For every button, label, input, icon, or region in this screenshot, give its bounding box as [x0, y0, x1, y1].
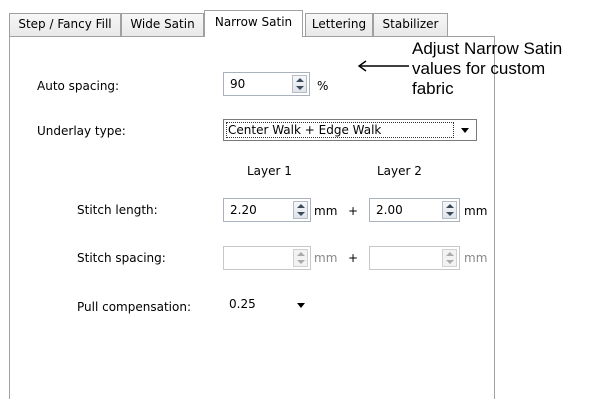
chevron-down-icon — [461, 128, 469, 133]
annotation-line: values for custom — [412, 59, 546, 78]
auto-spacing-spinbox[interactable]: 90 — [223, 72, 310, 96]
spin-arrows-icon[interactable] — [442, 249, 457, 267]
chevron-down-icon[interactable] — [297, 303, 305, 308]
underlay-type-value: Center Walk + Edge Walk — [228, 123, 382, 137]
tab-label: Wide Satin — [130, 17, 195, 31]
tab-label: Narrow Satin — [214, 15, 293, 29]
tab-label: Step / Fancy Fill — [18, 17, 112, 31]
stitch-spacing-unit-2: mm — [464, 251, 488, 265]
annotation-line: fabric — [412, 79, 454, 98]
tab-label: Lettering — [311, 17, 367, 31]
annotation-line: Adjust Narrow Satin — [412, 39, 563, 58]
stitch-spacing-layer1-spinbox[interactable] — [223, 246, 311, 270]
dropdown-button[interactable] — [456, 121, 475, 139]
tab-lettering[interactable]: Lettering — [305, 13, 373, 36]
auto-spacing-label: Auto spacing: — [37, 79, 120, 93]
stitch-length-unit-2: mm — [464, 204, 488, 218]
pull-compensation-combo[interactable]: 0.25 — [223, 293, 315, 317]
stitch-length-unit-1: mm — [314, 204, 338, 218]
tab-stabilizer[interactable]: Stabilizer — [373, 13, 448, 36]
annotation-arrow-icon — [357, 60, 409, 72]
stitch-spacing-unit-1: mm — [314, 251, 338, 265]
tab-wide-satin[interactable]: Wide Satin — [121, 13, 204, 36]
stitch-spacing-layer2-spinbox[interactable] — [369, 246, 460, 270]
stitch-spacing-label: Stitch spacing: — [77, 251, 166, 265]
pull-compensation-label: Pull compensation: — [77, 300, 191, 314]
plus-sign: + — [348, 204, 359, 218]
stitch-length-layer1-spinbox[interactable]: 2.20 — [223, 198, 311, 222]
underlay-type-label: Underlay type: — [37, 124, 126, 138]
annotation-callout: Adjust Narrow Satin values for custom fa… — [412, 39, 562, 99]
auto-spacing-value: 90 — [230, 77, 246, 91]
tab-step-fancy-fill[interactable]: Step / Fancy Fill — [9, 13, 121, 36]
pull-compensation-value: 0.25 — [229, 297, 256, 311]
stitch-length-label: Stitch length: — [77, 203, 158, 217]
spin-arrows-icon[interactable] — [293, 201, 308, 219]
underlay-type-dropdown[interactable]: Center Walk + Edge Walk — [223, 119, 477, 141]
stitch-length-layer2-spinbox[interactable]: 2.00 — [369, 198, 460, 222]
auto-spacing-unit: % — [317, 79, 329, 93]
tab-label: Stabilizer — [382, 17, 439, 31]
spin-arrows-icon[interactable] — [442, 201, 457, 219]
layer-1-header: Layer 1 — [247, 164, 292, 178]
stitch-length-layer1-value: 2.20 — [230, 203, 257, 217]
plus-sign: + — [348, 251, 359, 265]
spin-arrows-icon[interactable] — [293, 249, 308, 267]
layer-2-header: Layer 2 — [377, 164, 422, 178]
stitch-length-layer2-value: 2.00 — [376, 203, 403, 217]
tab-narrow-satin[interactable]: Narrow Satin — [204, 10, 303, 37]
spin-arrows-icon[interactable] — [292, 75, 307, 93]
